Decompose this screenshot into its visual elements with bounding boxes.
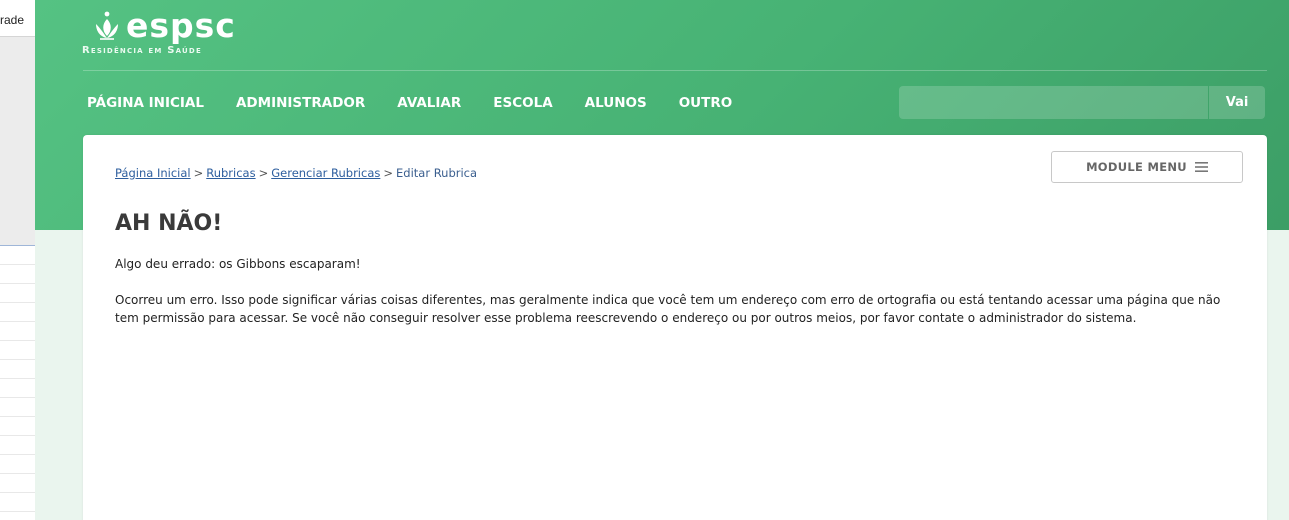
list-item (0, 379, 35, 398)
nav-item-administrador[interactable]: ADMINISTRADOR (236, 85, 365, 121)
page-title: AH NÃO! (115, 211, 223, 236)
breadcrumb-separator: > (383, 166, 393, 180)
list-item (0, 322, 35, 341)
list-item (0, 398, 35, 417)
list-item (0, 493, 35, 512)
breadcrumb-separator: > (193, 166, 204, 180)
search-input[interactable] (899, 86, 1209, 119)
content-card: Página Inicial > Rubricas > Gerenciar Rubric… (83, 135, 1267, 520)
logo-subtitle: Residência em Saúde (82, 45, 202, 56)
list-item (0, 436, 35, 455)
list-item (0, 474, 35, 493)
search-submit-button[interactable]: Vai (1209, 86, 1265, 119)
nav-item-alunos[interactable]: ALUNOS (585, 85, 647, 121)
adjacent-window-panel (0, 37, 35, 246)
module-menu-label: MODULE MENU (1086, 160, 1187, 174)
hamburger-menu-icon (1194, 162, 1208, 172)
list-item (0, 246, 35, 265)
breadcrumb-current: Editar Rubrica (396, 166, 478, 180)
search-form: Vai (899, 86, 1265, 119)
breadcrumb-link-gerenciar-rubricas[interactable]: Gerenciar Rubricas (271, 166, 380, 180)
breadcrumb-separator: > (258, 166, 269, 180)
header-divider (83, 70, 1267, 71)
breadcrumb-link-home[interactable]: Página Inicial (115, 166, 191, 180)
lotus-logo-icon (96, 11, 118, 40)
nav-item-avaliar[interactable]: AVALIAR (397, 85, 461, 121)
error-message: Ocorreu um erro. Isso pode significar vá… (115, 293, 1221, 325)
nav-item-escola[interactable]: ESCOLA (493, 85, 552, 121)
logo-name: espsc (126, 6, 236, 45)
nav-item-outro[interactable]: OUTRO (679, 85, 733, 121)
main-nav: PÁGINA INICIAL ADMINISTRADOR AVALIAR ESC… (87, 85, 764, 121)
breadcrumb: Página Inicial > Rubricas > Gerenciar Rubric… (115, 166, 477, 180)
list-item (0, 265, 35, 284)
adjacent-window: rade (0, 0, 36, 520)
module-menu-button[interactable]: MODULE MENU (1051, 151, 1243, 183)
list-item (0, 341, 35, 360)
list-item (0, 360, 35, 379)
error-subtitle: Algo deu errado: os Gibbons escaparam! (115, 257, 361, 271)
list-item (0, 284, 35, 303)
list-item (0, 455, 35, 474)
adjacent-window-rows (0, 246, 35, 512)
adjacent-window-toolbar-text: rade (0, 0, 35, 37)
list-item (0, 303, 35, 322)
nav-item-pagina-inicial[interactable]: PÁGINA INICIAL (87, 85, 204, 121)
breadcrumb-link-rubricas[interactable]: Rubricas (206, 166, 255, 180)
list-item (0, 417, 35, 436)
